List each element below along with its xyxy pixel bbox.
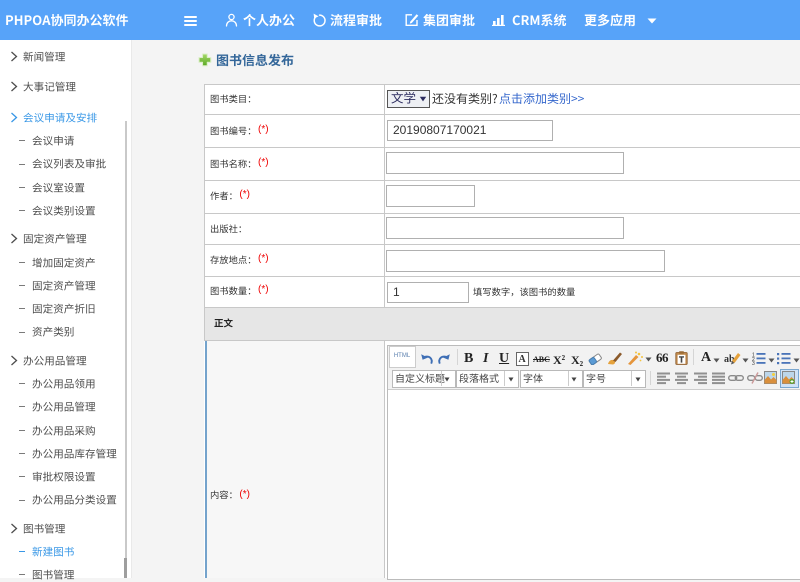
- svg-text:3: 3: [752, 361, 755, 365]
